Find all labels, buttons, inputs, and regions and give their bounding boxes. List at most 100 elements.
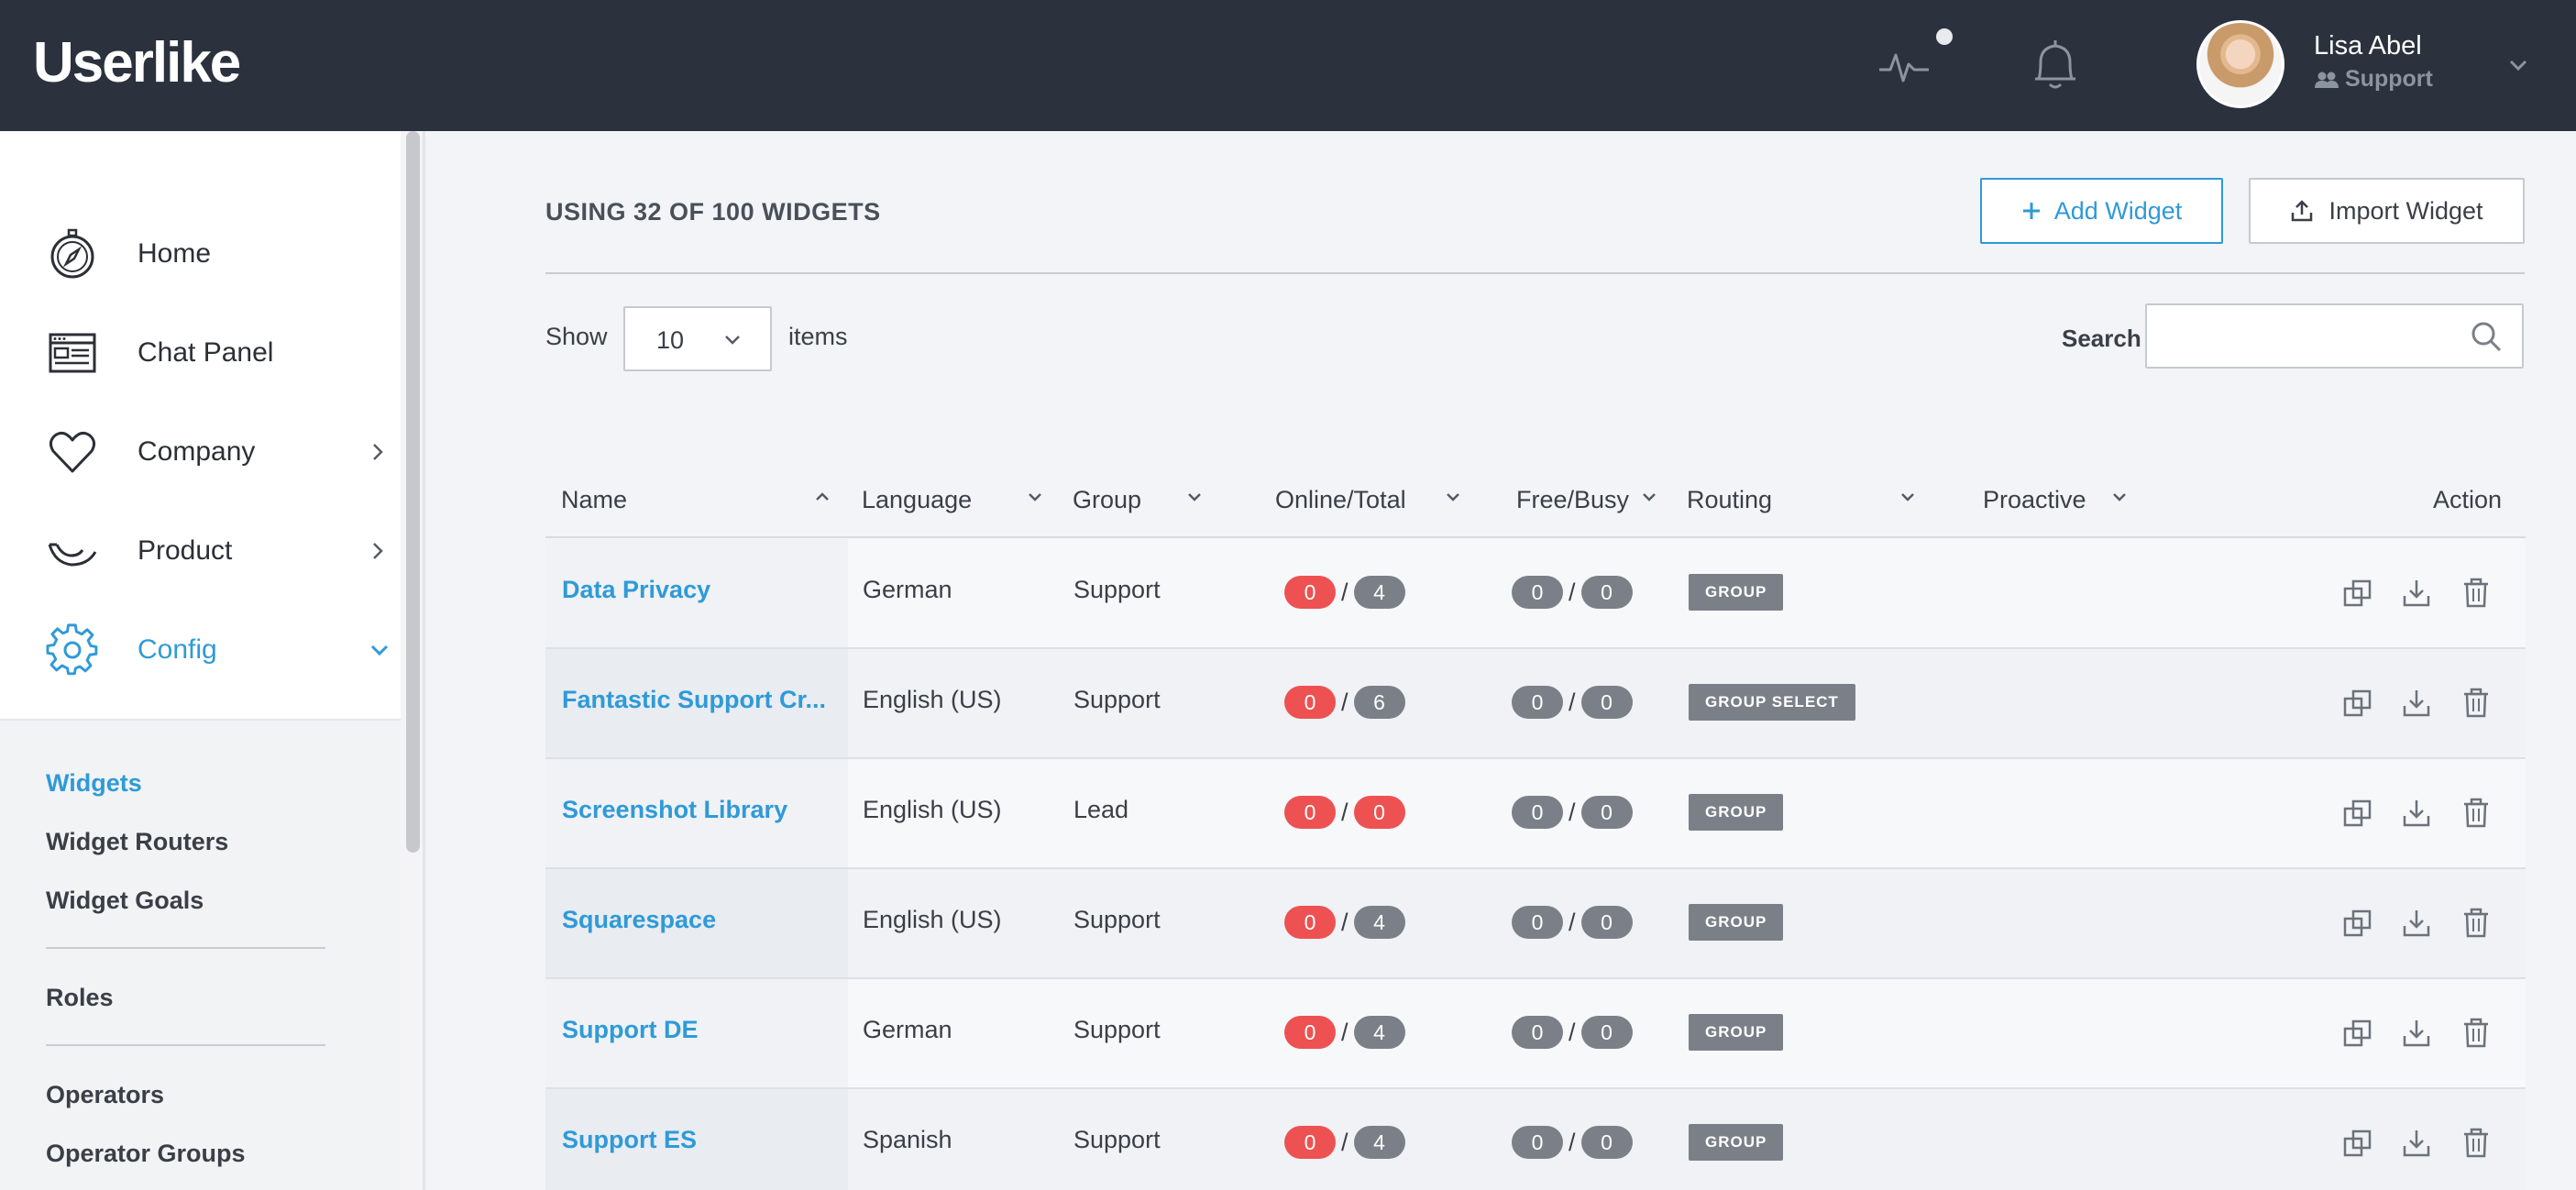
download-icon[interactable] [2401, 578, 2432, 609]
import-widget-button[interactable]: Import Widget [2249, 178, 2525, 244]
total-count-badge: 4 [1353, 576, 1405, 609]
download-icon[interactable] [2401, 1128, 2432, 1159]
widget-group: Support [1073, 1126, 1161, 1153]
sort-icon[interactable] [1640, 488, 1658, 506]
separator: / [1341, 578, 1349, 606]
sidebar-divider [0, 719, 401, 721]
sidebar-subitem-widget-goals[interactable]: Widget Goals [46, 887, 204, 915]
column-header-proactive[interactable]: Proactive [1983, 486, 2086, 514]
sidebar-submenu: Widgets Widget Routers Widget Goals Role… [0, 720, 401, 1190]
trash-icon[interactable] [2460, 798, 2492, 829]
column-header-language[interactable]: Language [862, 486, 972, 514]
duplicate-icon[interactable] [2342, 1128, 2373, 1159]
sort-icon[interactable] [1026, 488, 1044, 506]
total-count-badge: 0 [1353, 796, 1405, 829]
widget-name-link[interactable]: Fantastic Support Cr... [562, 686, 826, 714]
sort-icon[interactable] [2110, 488, 2129, 506]
trash-icon[interactable] [2460, 908, 2492, 939]
sort-icon[interactable] [1444, 488, 1462, 506]
download-icon[interactable] [2401, 908, 2432, 939]
sort-icon[interactable] [1185, 488, 1204, 506]
widget-group: Lead [1073, 796, 1129, 823]
sidebar-item-chat-panel[interactable]: Chat Panel [0, 312, 401, 394]
sidebar-subitem-roles[interactable]: Roles [46, 984, 114, 1012]
free-count-badge: 0 [1512, 576, 1563, 609]
duplicate-icon[interactable] [2342, 798, 2373, 829]
submenu-divider [46, 1044, 325, 1046]
widget-name-link[interactable]: Screenshot Library [562, 796, 787, 824]
trash-icon[interactable] [2460, 688, 2492, 719]
chevron-down-icon [725, 336, 740, 345]
items-per-page-select[interactable]: 10 [623, 306, 772, 371]
column-header-name[interactable]: Name [561, 486, 627, 514]
widget-name-link[interactable]: Data Privacy [562, 576, 710, 604]
trash-icon[interactable] [2460, 1018, 2492, 1049]
total-count-badge: 4 [1353, 1016, 1405, 1049]
activity-pulse-icon[interactable] [1877, 44, 1932, 88]
widget-group: Support [1073, 576, 1161, 603]
separator: / [1569, 688, 1576, 716]
sidebar-item-config[interactable]: Config [0, 609, 401, 691]
busy-count-badge: 0 [1580, 906, 1633, 939]
table-row[interactable]: Squarespace English (US) Support 0 / 4 0… [545, 869, 2526, 979]
sidebar-scrollbar-thumb[interactable] [406, 131, 420, 853]
online-count-badge: 0 [1284, 686, 1336, 719]
user-avatar[interactable] [2196, 20, 2284, 108]
sidebar-subitem-operators[interactable]: Operators [46, 1081, 164, 1109]
table-row[interactable]: Data Privacy German Support 0 / 4 0 / 0 … [545, 539, 2526, 649]
online-count-badge: 0 [1284, 796, 1336, 829]
sidebar-subitem-widgets[interactable]: Widgets [46, 769, 142, 798]
widget-name-link[interactable]: Support ES [562, 1126, 697, 1154]
online-total: 0 / 4 [1284, 1126, 1405, 1159]
trash-icon[interactable] [2460, 1128, 2492, 1159]
import-widget-label: Import Widget [2328, 196, 2483, 225]
chevron-down-icon[interactable] [2506, 53, 2530, 77]
table-row[interactable]: Support DE German Support 0 / 4 0 / 0 GR… [545, 979, 2526, 1089]
add-widget-button[interactable]: Add Widget [1980, 178, 2223, 244]
widget-name-link[interactable]: Support DE [562, 1016, 699, 1044]
userlike-logo[interactable]: Userlike [33, 26, 241, 99]
sidebar-item-product[interactable]: Product [0, 510, 401, 592]
sidebar-subitem-widget-routers[interactable]: Widget Routers [46, 828, 228, 856]
sidebar-item-label: Company [138, 436, 256, 467]
column-header-free-busy[interactable]: Free/Busy [1516, 486, 1629, 514]
widget-name-link[interactable]: Squarespace [562, 906, 716, 934]
sidebar-item-company[interactable]: Company [0, 411, 401, 493]
search-input[interactable] [2145, 303, 2524, 369]
widget-language: English (US) [863, 906, 1002, 933]
duplicate-icon[interactable] [2342, 908, 2373, 939]
separator: / [1341, 688, 1349, 716]
sidebar-item-home[interactable]: Home [0, 213, 401, 295]
free-busy: 0 / 0 [1512, 686, 1633, 719]
routing-badge: GROUP [1689, 1124, 1784, 1161]
duplicate-icon[interactable] [2342, 1018, 2373, 1049]
online-total: 0 / 4 [1284, 906, 1405, 939]
table-row[interactable]: Support ES Spanish Support 0 / 4 0 / 0 G… [545, 1089, 2526, 1190]
trash-icon[interactable] [2460, 578, 2492, 609]
header-divider [545, 272, 2525, 274]
total-count-badge: 4 [1353, 1126, 1405, 1159]
separator: / [1341, 798, 1349, 826]
sidebar-subitem-operator-groups[interactable]: Operator Groups [46, 1140, 246, 1168]
column-header-routing[interactable]: Routing [1687, 486, 1772, 514]
download-icon[interactable] [2401, 688, 2432, 719]
duplicate-icon[interactable] [2342, 578, 2373, 609]
sort-ascending-icon[interactable] [813, 488, 831, 506]
table-row[interactable]: Screenshot Library English (US) Lead 0 /… [545, 759, 2526, 869]
items-per-page-value: 10 [656, 326, 685, 354]
sort-icon[interactable] [1899, 488, 1917, 506]
download-icon[interactable] [2401, 1018, 2432, 1049]
table-row[interactable]: Fantastic Support Cr... English (US) Sup… [545, 649, 2526, 759]
separator: / [1569, 1128, 1576, 1156]
column-header-online-total[interactable]: Online/Total [1275, 486, 1406, 514]
download-icon[interactable] [2401, 798, 2432, 829]
duplicate-icon[interactable] [2342, 688, 2373, 719]
busy-count-badge: 0 [1580, 796, 1633, 829]
chevron-down-icon [370, 645, 389, 656]
search-icon[interactable] [2469, 319, 2504, 354]
column-header-group[interactable]: Group [1073, 486, 1141, 514]
busy-count-badge: 0 [1580, 576, 1633, 609]
heart-icon [49, 431, 96, 473]
bell-icon[interactable] [2030, 37, 2081, 94]
free-count-badge: 0 [1512, 1016, 1563, 1049]
